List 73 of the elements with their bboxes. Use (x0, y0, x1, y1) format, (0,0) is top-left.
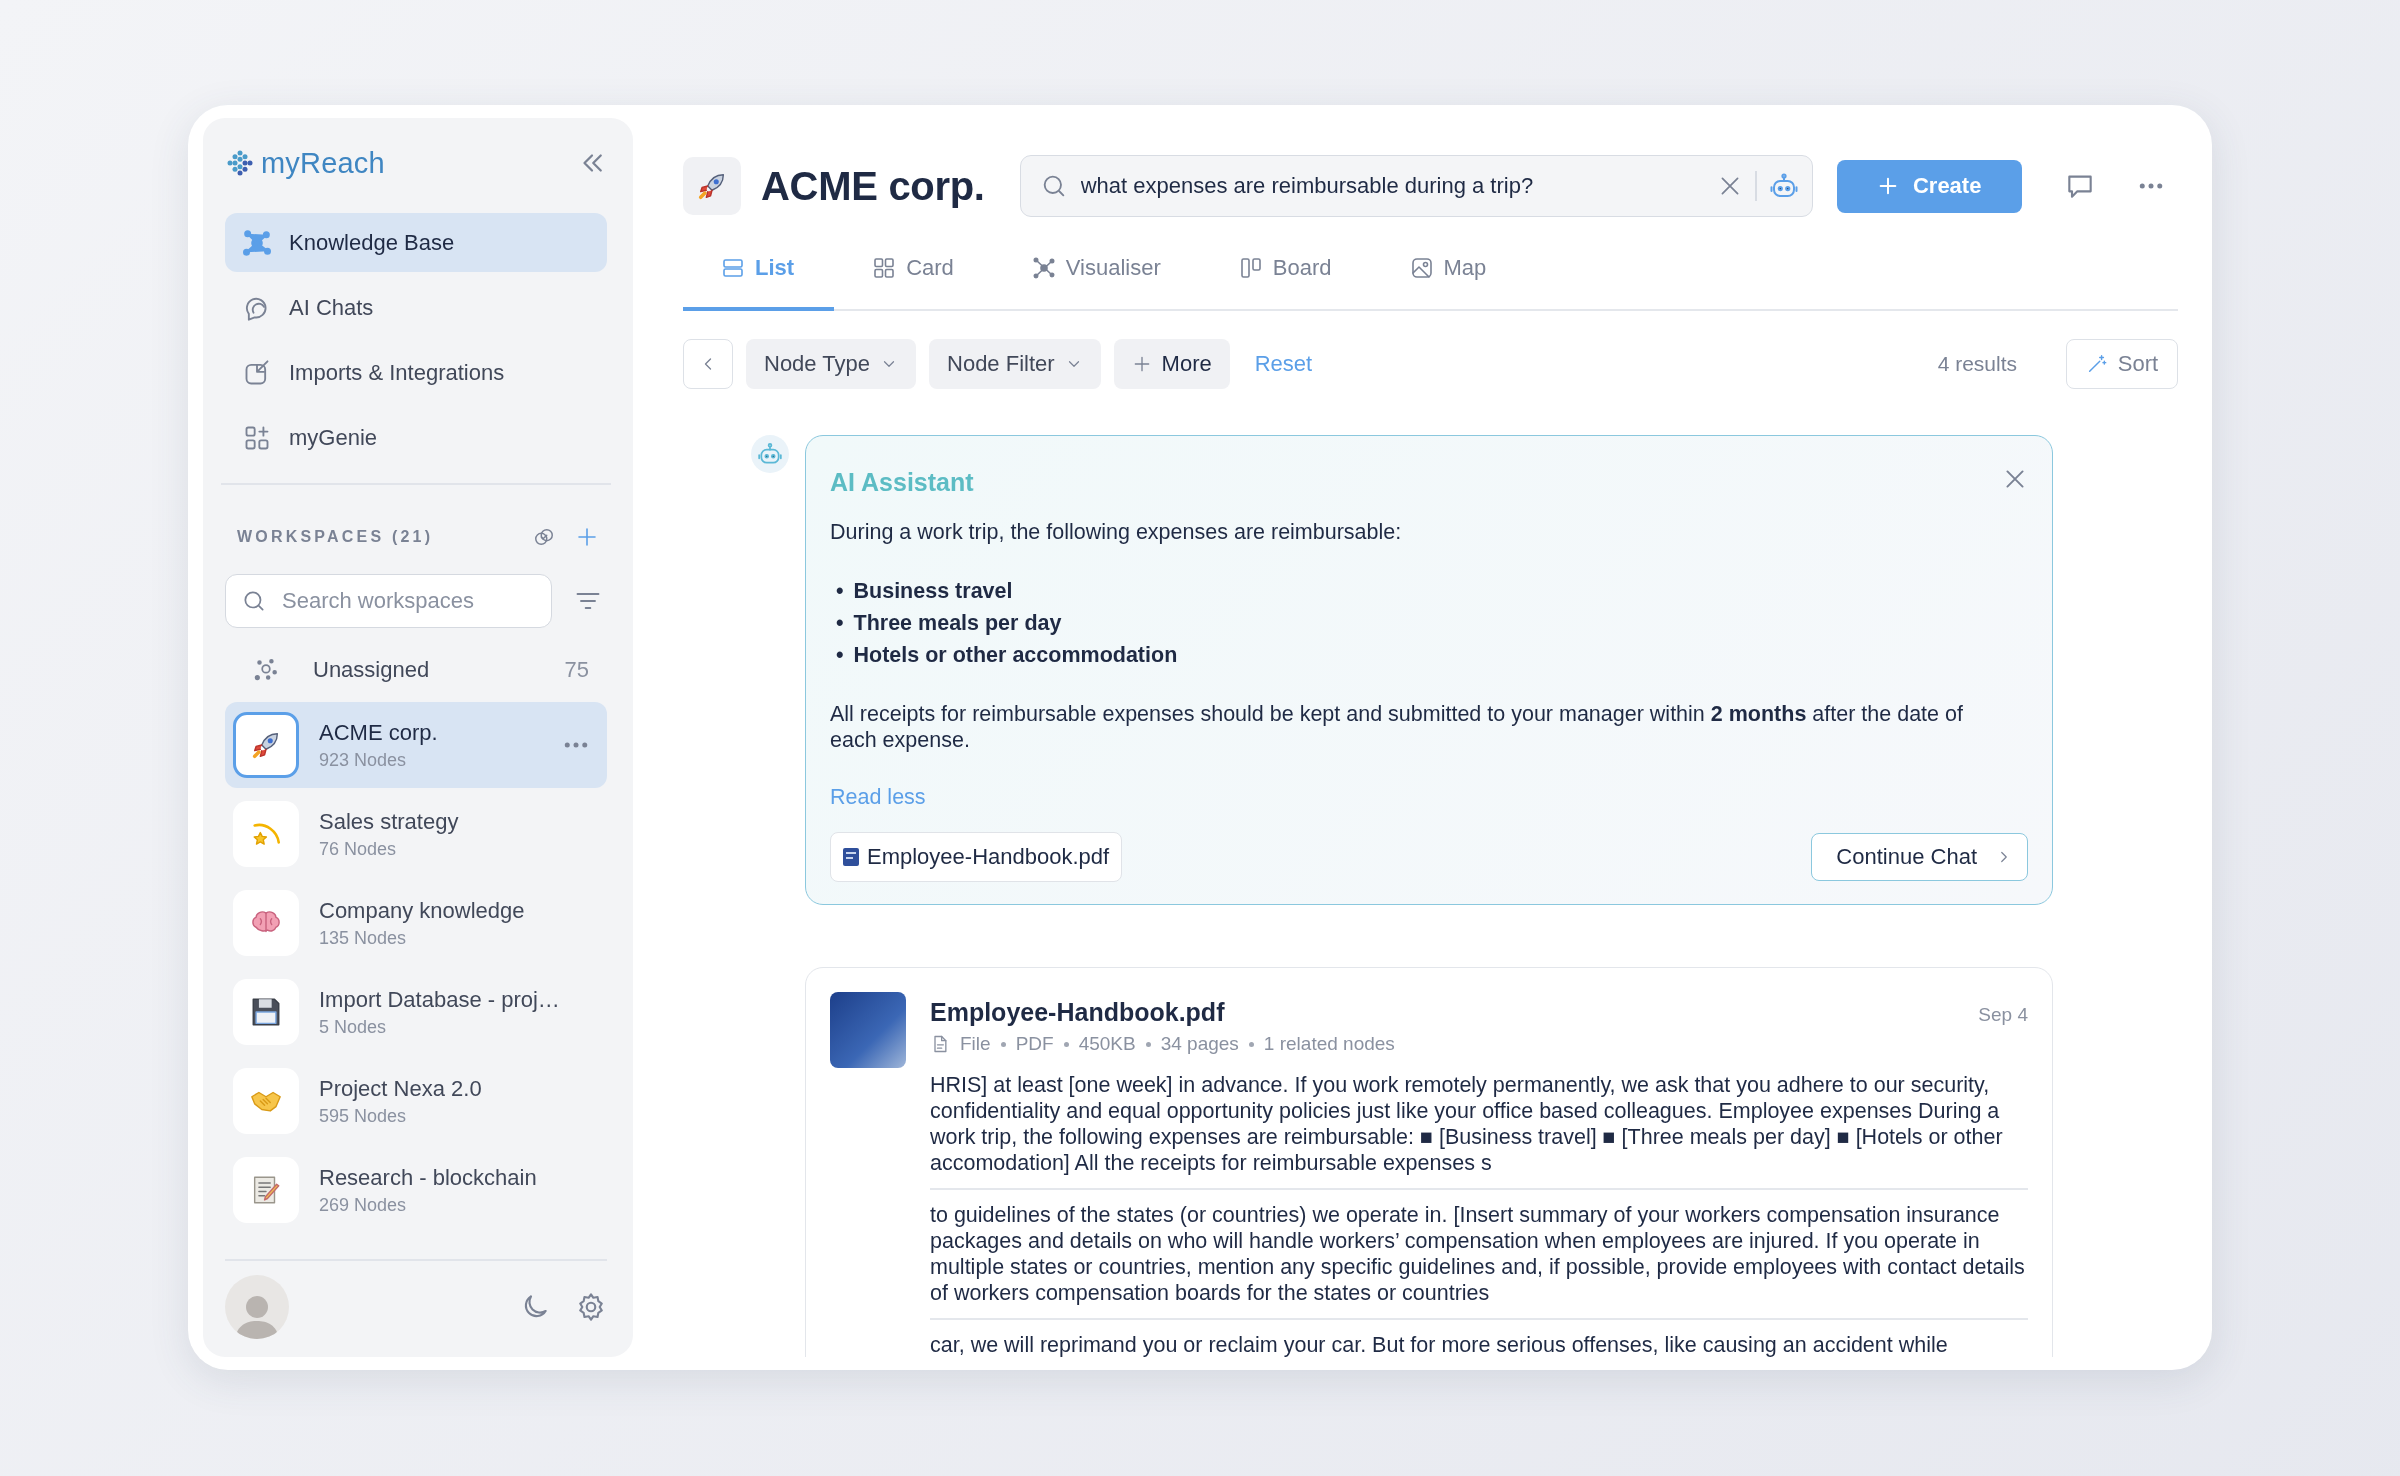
network-icon (1031, 256, 1056, 280)
board-icon (1238, 256, 1263, 280)
import-icon (243, 358, 271, 387)
answer-text: All receipts for reimbursable expenses should be kept and submitted to your manager within 2 months after the date of each expense. (830, 701, 1964, 753)
source-chip[interactable]: Employee-Handbook.pdf (830, 832, 1123, 882)
nav-item[interactable]: Knowledge Base (225, 213, 607, 272)
filter-button[interactable]: More (1113, 339, 1230, 389)
link-icon[interactable] (533, 526, 555, 548)
scattered-dots-icon (253, 657, 279, 683)
list-item: Business travel (853, 578, 1013, 605)
workspace-item[interactable]: Sales strategy 76 Nodes (225, 791, 607, 877)
search-field[interactable]: Search workspaces (225, 574, 552, 628)
search-field[interactable]: what expenses are reimbursable during a trip? (1019, 155, 1813, 217)
workspace-name: Unassigned (313, 657, 431, 683)
meta-text: 1 related nodes (1263, 1033, 1395, 1055)
bullet: • (836, 578, 844, 605)
node-count: 5 Nodes (319, 1016, 388, 1038)
bullet: • (836, 642, 844, 669)
bullet: • (836, 610, 844, 637)
workspace-item[interactable]: Import Database - proj… 5 Nodes (225, 969, 607, 1055)
map-icon (1409, 256, 1434, 280)
snippet-text: car, we will reprimand you or reclaim your car. But for more serious offenses, like causing an accident while (930, 1318, 2028, 1357)
meta-text: 450KB (1078, 1033, 1136, 1055)
node-count: 923 Nodes (319, 749, 408, 771)
sort-button[interactable]: Sort (2066, 339, 2178, 389)
workspace-item[interactable]: Company knowledge 135 Nodes (225, 880, 607, 966)
logo-text: myReach (261, 146, 385, 180)
workspace-name: Company knowledge (319, 897, 526, 924)
workspace-name: Research - blockchain (319, 1164, 538, 1191)
results-count: 4 results (1937, 352, 2017, 376)
filter-button[interactable]: Node Filter (929, 339, 1101, 389)
workspace-name: Import Database - proj… (319, 986, 561, 1013)
meta-text: File (960, 1033, 991, 1055)
view-tab[interactable]: Map (1371, 241, 1527, 311)
snippet-text: HRIS] at least [one week] in advance. If you work remotely permanently, we ask that you adhere to our security, confidentiality and equal opportunity policies just like your office based colleagues. Employee expenses During a work trip, the following expenses are reimbursable: ■ [Business travel] ■ [Three meals per day] ■ [Hotels or other accomodation] All the receipts for reimbursable expenses s (930, 1072, 2004, 1177)
page-title: ACME corp. (761, 163, 985, 209)
nav-item[interactable]: AI Chats (225, 278, 607, 337)
snippet-text: to guidelines of the states (or countries) we operate in. [Insert summary of your workers compensation insurance packages and details on who will handle workers’ compensation when employees are injured. If you operate in multiple states or countries, mention any specific guidelines and, if possible, provide employees with contact details of workers compensation boards for the states or countries (930, 1188, 2028, 1318)
grid-icon (872, 256, 897, 280)
section-heading: WORKSPACES (21) (237, 528, 435, 546)
nav-item[interactable]: myGenie (225, 408, 607, 467)
workspace-name: Sales strategy (319, 808, 460, 835)
node-count: 595 Nodes (319, 1105, 408, 1127)
nav-item[interactable]: Imports & Integrations (225, 343, 607, 402)
list-icon (721, 256, 745, 280)
meta-text: 34 pages (1160, 1033, 1239, 1055)
card-title: AI Assistant (830, 468, 974, 497)
workspace-name: Project Nexa 2.0 (319, 1075, 483, 1102)
workspace-item[interactable]: Project Nexa 2.0 595 Nodes (225, 1058, 607, 1144)
add-icon[interactable] (575, 525, 599, 549)
workspace-item[interactable]: ACME corp. 923 Nodes (225, 702, 607, 788)
node-count: 135 Nodes (319, 927, 408, 949)
result-title: Employee-Handbook.pdf (930, 998, 1225, 1027)
count: 75 (564, 657, 589, 683)
logo-icon (225, 148, 255, 178)
workspace-name: ACME corp. (319, 719, 439, 746)
filter-button[interactable]: Node Type (746, 339, 916, 389)
node-count: 76 Nodes (319, 838, 398, 860)
meta-text: PDF (1015, 1033, 1054, 1055)
view-tab[interactable]: Visualiser (993, 241, 1201, 311)
workspace-item[interactable]: Research - blockchain 269 Nodes (225, 1147, 607, 1233)
node-count: 269 Nodes (319, 1194, 408, 1216)
result-date: Sep 4 (1978, 1004, 2028, 1026)
list-item: Hotels or other accommodation (853, 642, 1178, 669)
robot-icon (757, 441, 783, 467)
view-tab[interactable]: Card (834, 241, 994, 311)
list-item: Three meals per day (853, 610, 1062, 637)
network-icon (243, 228, 271, 257)
view-tab[interactable]: Board (1200, 241, 1372, 311)
answer-text: During a work trip, the following expenses are reimbursable: (830, 519, 1403, 545)
continue-chat-button[interactable]: Continue Chat (1811, 833, 2028, 881)
result-card[interactable] (805, 967, 2053, 1357)
document-icon (843, 848, 859, 866)
